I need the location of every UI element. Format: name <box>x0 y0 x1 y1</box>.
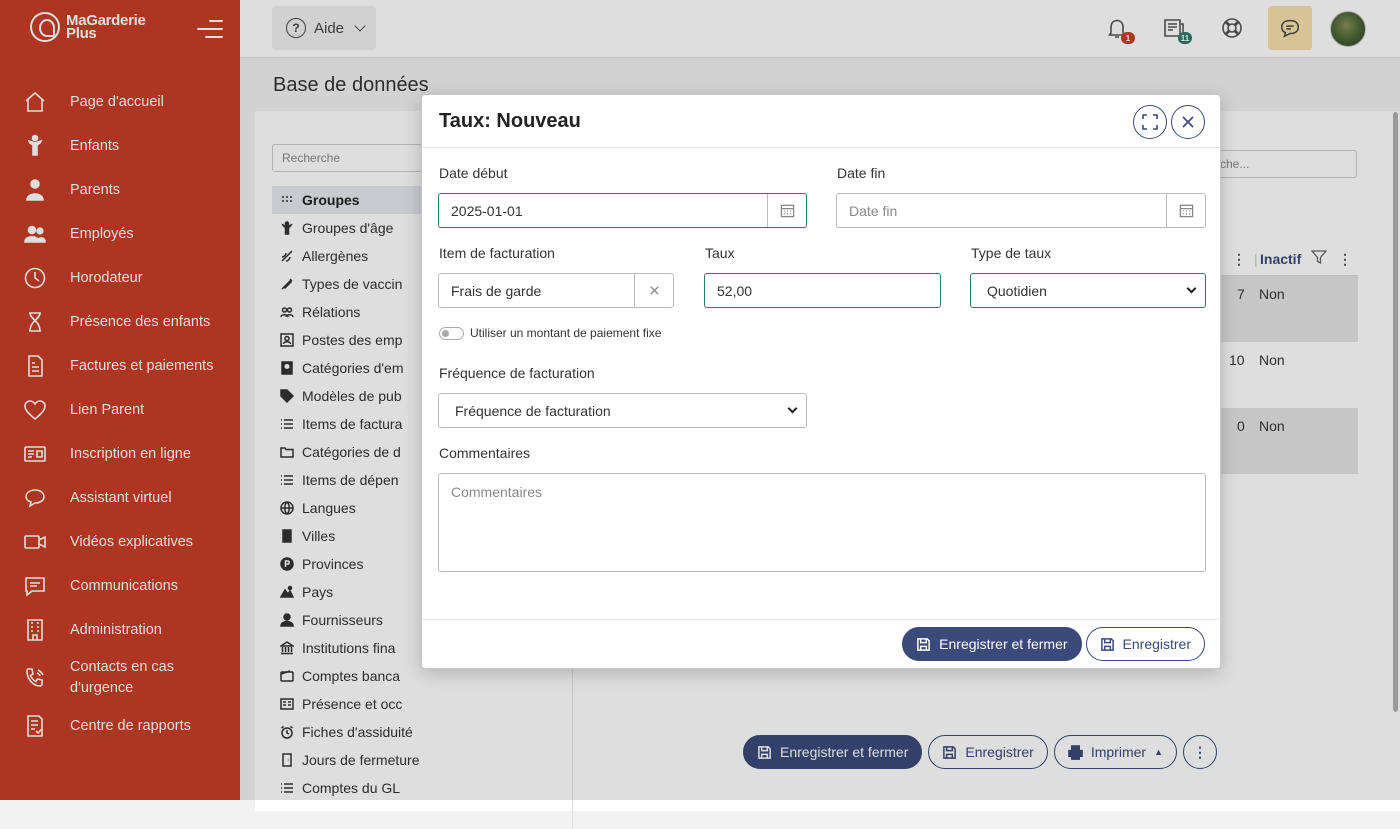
billing-item-label: Item de facturation <box>439 245 555 261</box>
comments-label: Commentaires <box>439 445 531 461</box>
close-button[interactable] <box>1171 105 1205 139</box>
maximize-button[interactable] <box>1133 105 1167 139</box>
start-date-label: Date début <box>439 165 508 181</box>
fixed-payment-toggle[interactable] <box>439 327 464 340</box>
billing-frequency-label: Fréquence de facturation <box>439 365 595 381</box>
rate-value: 52,00 <box>717 282 753 299</box>
billing-item-field[interactable]: Frais de garde <box>438 273 674 308</box>
start-date-value: 2025-01-01 <box>451 202 523 219</box>
maximize-icon <box>1142 114 1158 130</box>
end-date-placeholder: Date fin <box>849 202 898 219</box>
close-icon <box>1182 116 1194 128</box>
billing-item-value: Frais de garde <box>451 282 542 299</box>
dialog-save-close-button[interactable]: Enregistrer et fermer <box>902 627 1082 661</box>
scrollbar[interactable] <box>1393 112 1398 712</box>
clear-icon[interactable] <box>634 274 673 307</box>
end-date-label: Date fin <box>837 165 886 181</box>
fixed-payment-label: Utiliser un montant de paiement fixe <box>470 326 662 340</box>
calendar-icon[interactable] <box>767 194 806 227</box>
rate-type-label: Type de taux <box>971 245 1052 261</box>
billing-frequency-select[interactable]: Fréquence de facturation <box>438 393 807 428</box>
dialog-header: Taux: Nouveau <box>422 95 1220 148</box>
chevron-down-icon <box>1186 283 1197 294</box>
start-date-field[interactable]: 2025-01-01 <box>438 193 807 228</box>
comments-textarea[interactable]: Commentaires <box>438 473 1206 572</box>
end-date-field[interactable]: Date fin <box>836 193 1206 228</box>
dialog-save-button[interactable]: Enregistrer <box>1085 627 1205 661</box>
dialog-footer: Enregistrer et fermer Enregistrer <box>422 619 1220 669</box>
rate-label: Taux <box>705 245 735 261</box>
chevron-down-icon <box>787 403 798 414</box>
billing-frequency-value: Fréquence de facturation <box>455 402 611 419</box>
rate-field[interactable]: 52,00 <box>704 273 941 308</box>
save-icon <box>917 637 931 651</box>
dialog-title: Taux: Nouveau <box>439 110 581 132</box>
comments-placeholder: Commentaires <box>451 484 543 500</box>
calendar-icon[interactable] <box>1166 194 1205 227</box>
rate-dialog: Taux: Nouveau Date début 2025-01-01 Date… <box>421 94 1221 669</box>
rate-type-select[interactable]: Quotidien <box>970 273 1206 308</box>
save-icon <box>1100 637 1114 651</box>
rate-type-value: Quotidien <box>987 282 1047 299</box>
